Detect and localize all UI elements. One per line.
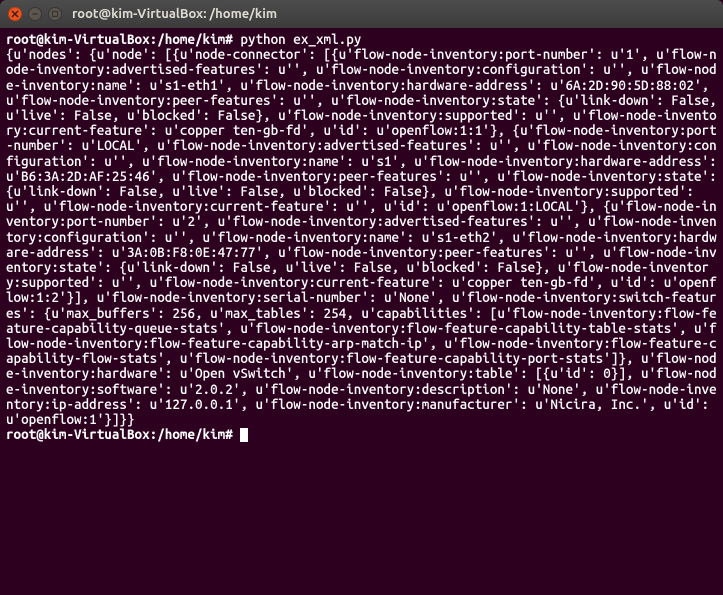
command-text: python ex_xml.py <box>240 31 361 47</box>
window-title: root@kim-VirtualBox: /home/kim <box>72 7 277 21</box>
command-output: {u'nodes': {u'node': [{u'node-connector'… <box>6 46 723 427</box>
maximize-icon[interactable] <box>48 7 62 21</box>
cursor-icon <box>240 428 248 442</box>
minimize-icon[interactable] <box>28 7 42 21</box>
close-icon[interactable] <box>8 7 22 21</box>
shell-prompt: root@kim-VirtualBox:/home/kim# <box>6 31 233 47</box>
window-titlebar: root@kim-VirtualBox: /home/kim <box>0 0 723 28</box>
terminal-area[interactable]: root@kim-VirtualBox:/home/kim# python ex… <box>0 28 723 595</box>
shell-prompt: root@kim-VirtualBox:/home/kim# <box>6 426 233 442</box>
